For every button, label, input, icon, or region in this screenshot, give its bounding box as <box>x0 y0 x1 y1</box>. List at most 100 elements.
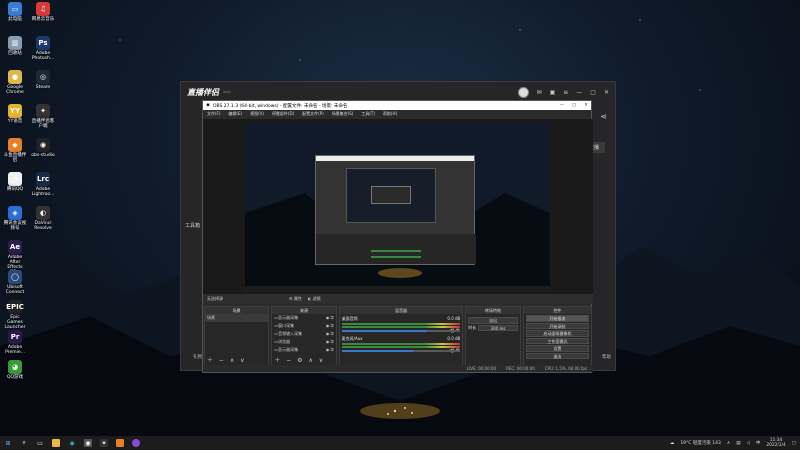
avatar[interactable] <box>517 86 529 98</box>
desktop-icon-label: 回收站 <box>8 51 22 56</box>
desktop-icon[interactable]: ◎ Steam <box>30 70 56 90</box>
clock[interactable]: 11:34 2022/1/4 <box>766 438 785 448</box>
obs-docks: 场景 场景 ＋ − ∧ ∨ 来源 ▭ 显示器采集 ◉ ⚿ ▭ 窗口采集 ◉ ⚿ ▭ 音频… <box>203 306 593 366</box>
obs-statusbar: LIVE: 00:00:00 REC: 00:00:00 CPU: 1.5%, … <box>203 365 593 372</box>
volume-slider[interactable] <box>341 350 461 352</box>
notification-icon[interactable]: ▢ <box>792 441 796 446</box>
desktop-icon[interactable]: ◐ DaVinci Resolve <box>30 206 56 231</box>
duration-input[interactable]: 300 ms <box>478 324 518 331</box>
track-name: 麦克风/Aux <box>341 336 363 341</box>
menu-item[interactable]: 视图(V) <box>250 111 264 117</box>
obs-close-icon[interactable]: ✕ <box>584 103 588 108</box>
control-button[interactable]: 开始录制 <box>525 322 589 329</box>
qq-game-icon: ◕ <box>8 360 22 374</box>
obs-preview[interactable] <box>203 119 593 294</box>
scenes-dock-buttons[interactable]: ＋ − ∧ ∨ <box>207 355 247 364</box>
scene-item[interactable]: 场景 <box>205 314 269 322</box>
maximize-icon[interactable]: ▢ <box>590 89 596 96</box>
livestream-taskbar-icon[interactable]: ✦ <box>100 439 108 447</box>
close-icon[interactable]: ✕ <box>604 89 609 96</box>
desktop-icon[interactable]: EPIC Epic Games Launcher <box>2 300 28 330</box>
desktop-icon[interactable]: ◔ 腾讯QQ <box>2 172 28 192</box>
visibility-lock-icon[interactable]: ◉ ⚿ <box>326 339 334 345</box>
menu-icon[interactable]: ≡ <box>563 89 568 96</box>
visibility-lock-icon[interactable]: ◉ ⚿ <box>326 315 334 321</box>
after-effects-icon: Ae <box>8 240 22 254</box>
visibility-lock-icon[interactable]: ◉ ⚿ <box>326 331 334 337</box>
toolbox-label[interactable]: 工具箱 <box>185 222 200 229</box>
source-item[interactable]: ▭ 浏览器 ◉ ⚿ <box>272 338 335 346</box>
obs-maximize-icon[interactable]: ▢ <box>572 103 576 108</box>
douyu-taskbar-icon[interactable] <box>116 439 124 447</box>
source-item[interactable]: ▭ 窗口采集 ◉ ⚿ <box>272 322 335 330</box>
ime-indicator[interactable]: 中 <box>756 440 761 446</box>
desktop-icon[interactable]: ◉ obs-studio <box>30 138 56 158</box>
control-button[interactable]: 开始推流 <box>525 315 589 322</box>
desktop-icon[interactable]: Ps Adobe Photosh... <box>30 36 56 61</box>
task-view-icon[interactable]: ▭ <box>36 439 44 447</box>
epic-games-icon: EPIC <box>6 300 24 314</box>
purple-app-taskbar-icon[interactable] <box>132 439 140 447</box>
desktop-icon[interactable]: YY YY语音 <box>2 104 28 124</box>
menu-item[interactable]: 文件(F) <box>207 111 220 117</box>
transitions-dock-title: 转场特效 <box>466 307 520 314</box>
desktop-icon[interactable]: ◆ 斗鱼直播伴侣 <box>2 138 28 163</box>
network-icon[interactable]: ▤ <box>736 441 740 446</box>
weather-icon[interactable]: ☁ <box>670 441 675 446</box>
mail-icon[interactable]: ✉ <box>537 89 542 96</box>
control-button[interactable]: 启动虚拟摄像机 <box>525 330 589 337</box>
properties-button[interactable]: ⚙ 属性 <box>289 296 302 302</box>
share-icon[interactable]: ⋖ <box>600 112 607 121</box>
control-button[interactable]: 工作室模式 <box>525 337 589 344</box>
desktop-icon[interactable]: ▭ 此电脑 <box>2 2 28 22</box>
obs-taskbar-icon[interactable]: ◉ <box>84 439 92 447</box>
file-explorer-icon[interactable] <box>52 439 60 447</box>
visibility-lock-icon[interactable]: ◉ ⚿ <box>326 323 334 329</box>
desktop-icon[interactable]: Pr Adobe Premie... <box>2 330 28 355</box>
desktop-icon-label: 腾讯会议视频号 <box>3 221 27 231</box>
source-label: 浏览器 <box>278 339 291 344</box>
obs-minimize-icon[interactable]: — <box>559 103 564 108</box>
transition-select[interactable]: 淡出 <box>468 317 518 324</box>
desktop-icon[interactable]: ♫ 网易云音乐 <box>30 2 56 22</box>
source-item[interactable]: ▭ 音频输入采集 ◉ ⚿ <box>272 330 335 338</box>
desktop-icon[interactable]: ◯ Ubisoft Connect <box>2 270 28 295</box>
desktop-icon[interactable]: ◕ QQ游戏 <box>2 360 28 380</box>
tray-chevron-icon[interactable]: ∧ <box>727 441 730 446</box>
desktop-icon[interactable]: Lrc Adobe Lightroo... <box>30 172 56 197</box>
windows-start-icon[interactable]: ⊞ <box>4 439 12 447</box>
rec-status: REC: 00:00:00 <box>506 366 535 371</box>
ubisoft-icon: ◯ <box>8 270 22 284</box>
source-item[interactable]: ▭ 显示器采集 ◉ ⚿ <box>272 346 335 354</box>
desktop-icon[interactable]: ● Google Chrome <box>2 70 28 95</box>
filters-button[interactable]: ◐ 滤镜 <box>308 296 321 302</box>
desktop-icon-label: Ubisoft Connect <box>5 285 25 295</box>
desktop-icon[interactable]: ▥ 回收站 <box>2 36 28 56</box>
gift-icon[interactable]: ▣ <box>550 89 556 96</box>
gift-label[interactable]: 礼物 <box>193 354 202 360</box>
menu-item[interactable]: 停靠部件(D) <box>272 111 294 117</box>
desktop-icon[interactable]: ◈ 腾讯会议视频号 <box>2 206 28 231</box>
minimize-icon[interactable]: — <box>576 89 582 96</box>
volume-icon[interactable]: ◁ <box>746 441 749 446</box>
visibility-lock-icon[interactable]: ◉ ⚿ <box>326 347 334 353</box>
sources-dock-buttons[interactable]: ＋ − ⚙ ∧ ∨ <box>274 355 325 364</box>
edge-icon[interactable]: ◉ <box>68 439 76 447</box>
weather-text[interactable]: 19°C 轻度污染 143 <box>680 440 721 446</box>
help-label[interactable]: 帮助 <box>602 354 611 360</box>
source-item[interactable]: ▭ 显示器采集 ◉ ⚿ <box>272 314 335 322</box>
menu-item[interactable]: 配置文件(P) <box>302 111 324 117</box>
preview-canvas[interactable] <box>245 123 550 293</box>
desktop-icon[interactable]: ✦ 直播伴侣客户端 <box>30 104 56 129</box>
menu-item[interactable]: 场景集合(S) <box>332 111 354 117</box>
control-button[interactable]: 设置 <box>525 345 589 352</box>
desktop-icon-label: Adobe Photosh... <box>31 51 55 61</box>
menu-item[interactable]: 编辑(E) <box>228 111 242 117</box>
volume-slider[interactable] <box>341 330 461 332</box>
search-icon[interactable]: ⌕ <box>20 439 28 447</box>
desktop-icon-label: 腾讯QQ <box>6 187 24 192</box>
menu-item[interactable]: 工具(T) <box>361 111 375 117</box>
control-button[interactable]: 退出 <box>525 352 589 359</box>
source-label: 显示器采集 <box>278 347 299 352</box>
menu-item[interactable]: 帮助(H) <box>383 111 397 117</box>
